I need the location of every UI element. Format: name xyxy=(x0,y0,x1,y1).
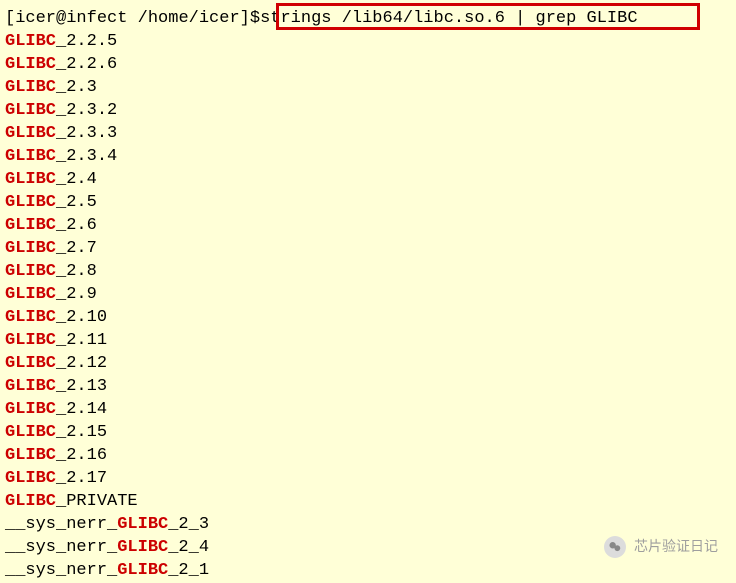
watermark: 芯片验证日记 xyxy=(604,535,718,558)
grep-match: GLIBC xyxy=(5,331,56,350)
output-line: GLIBC_2.14 xyxy=(5,398,731,421)
terminal-output: [icer@infect /home/icer]$strings /lib64/… xyxy=(5,7,731,582)
output-line: GLIBC_2.15 xyxy=(5,421,731,444)
command-text: strings /lib64/libc.so.6 | grep GLIBC xyxy=(260,9,637,28)
grep-match: GLIBC xyxy=(5,101,56,120)
output-line: GLIBC_2.2.5 xyxy=(5,30,731,53)
output-line: GLIBC_2.2.6 xyxy=(5,53,731,76)
grep-match: GLIBC xyxy=(5,124,56,143)
output-line: GLIBC_2.5 xyxy=(5,191,731,214)
grep-match: GLIBC xyxy=(5,377,56,396)
output-line: GLIBC_2.4 xyxy=(5,168,731,191)
grep-match: GLIBC xyxy=(117,538,168,557)
grep-match: GLIBC xyxy=(5,446,56,465)
grep-match: GLIBC xyxy=(5,492,56,511)
output-line: GLIBC_2.17 xyxy=(5,467,731,490)
output-line: GLIBC_2.10 xyxy=(5,306,731,329)
output-line: GLIBC_2.3.3 xyxy=(5,122,731,145)
grep-match: GLIBC xyxy=(117,515,168,534)
output-line: GLIBC_2.6 xyxy=(5,214,731,237)
grep-match: GLIBC xyxy=(5,170,56,189)
output-line: GLIBC_2.13 xyxy=(5,375,731,398)
output-line: GLIBC_2.12 xyxy=(5,352,731,375)
output-line: GLIBC_2.8 xyxy=(5,260,731,283)
output-line: GLIBC_2.3.4 xyxy=(5,145,731,168)
grep-match: GLIBC xyxy=(5,147,56,166)
grep-match: GLIBC xyxy=(5,308,56,327)
grep-match: GLIBC xyxy=(5,239,56,258)
watermark-text: 芯片验证日记 xyxy=(634,535,718,558)
output-line: GLIBC_2.7 xyxy=(5,237,731,260)
grep-match: GLIBC xyxy=(5,469,56,488)
grep-match: GLIBC xyxy=(5,193,56,212)
output-line: GLIBC_2.3.2 xyxy=(5,99,731,122)
grep-match: GLIBC xyxy=(5,423,56,442)
grep-match: GLIBC xyxy=(5,55,56,74)
grep-match: GLIBC xyxy=(5,285,56,304)
grep-match: GLIBC xyxy=(5,400,56,419)
grep-match: GLIBC xyxy=(5,354,56,373)
output-line: __sys_nerr_GLIBC_2_1 xyxy=(5,559,731,582)
wechat-icon xyxy=(604,536,626,558)
grep-match: GLIBC xyxy=(5,78,56,97)
output-line: GLIBC_2.9 xyxy=(5,283,731,306)
grep-match: GLIBC xyxy=(5,262,56,281)
prompt-line: [icer@infect /home/icer]$strings /lib64/… xyxy=(5,7,731,30)
grep-match: GLIBC xyxy=(5,32,56,51)
output-line: __sys_nerr_GLIBC_2_3 xyxy=(5,513,731,536)
output-line: GLIBC_2.11 xyxy=(5,329,731,352)
output-line: GLIBC_2.16 xyxy=(5,444,731,467)
grep-match: GLIBC xyxy=(5,216,56,235)
grep-match: GLIBC xyxy=(117,561,168,580)
output-line: GLIBC_PRIVATE xyxy=(5,490,731,513)
output-line: GLIBC_2.3 xyxy=(5,76,731,99)
